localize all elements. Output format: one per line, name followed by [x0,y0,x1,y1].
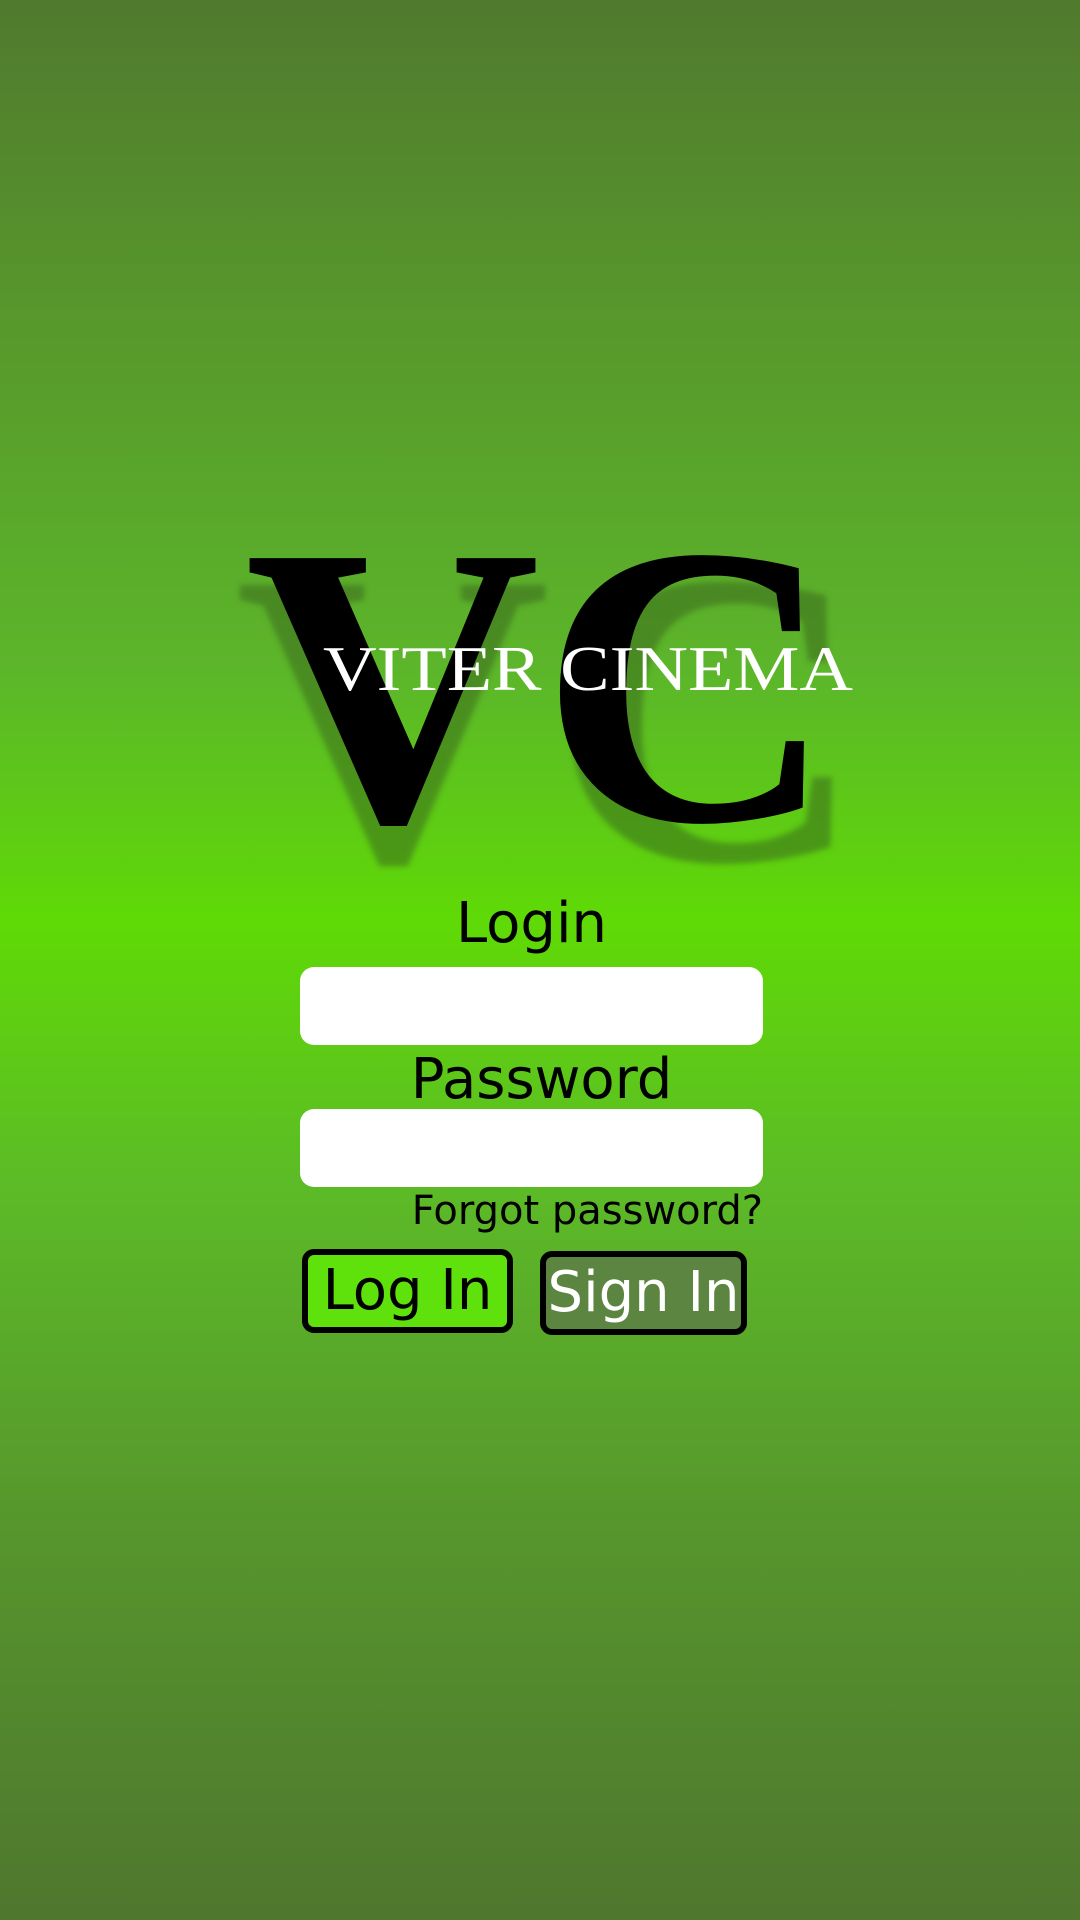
log-in-button[interactable]: Log In [302,1249,513,1333]
password-input[interactable] [300,1109,763,1187]
viter-cinema-logo: VC VC VITER CINEMA [0,490,1080,890]
login-input[interactable] [300,967,763,1045]
logo-brand-name: VITER CINEMA [323,633,853,704]
logo-graphic: VC VC VITER CINEMA [235,490,865,890]
sign-in-button[interactable]: Sign In [540,1251,747,1335]
password-label: Password [410,1047,673,1112]
forgot-password-link[interactable]: Forgot password? [300,1188,763,1234]
login-label: Login [455,891,608,956]
